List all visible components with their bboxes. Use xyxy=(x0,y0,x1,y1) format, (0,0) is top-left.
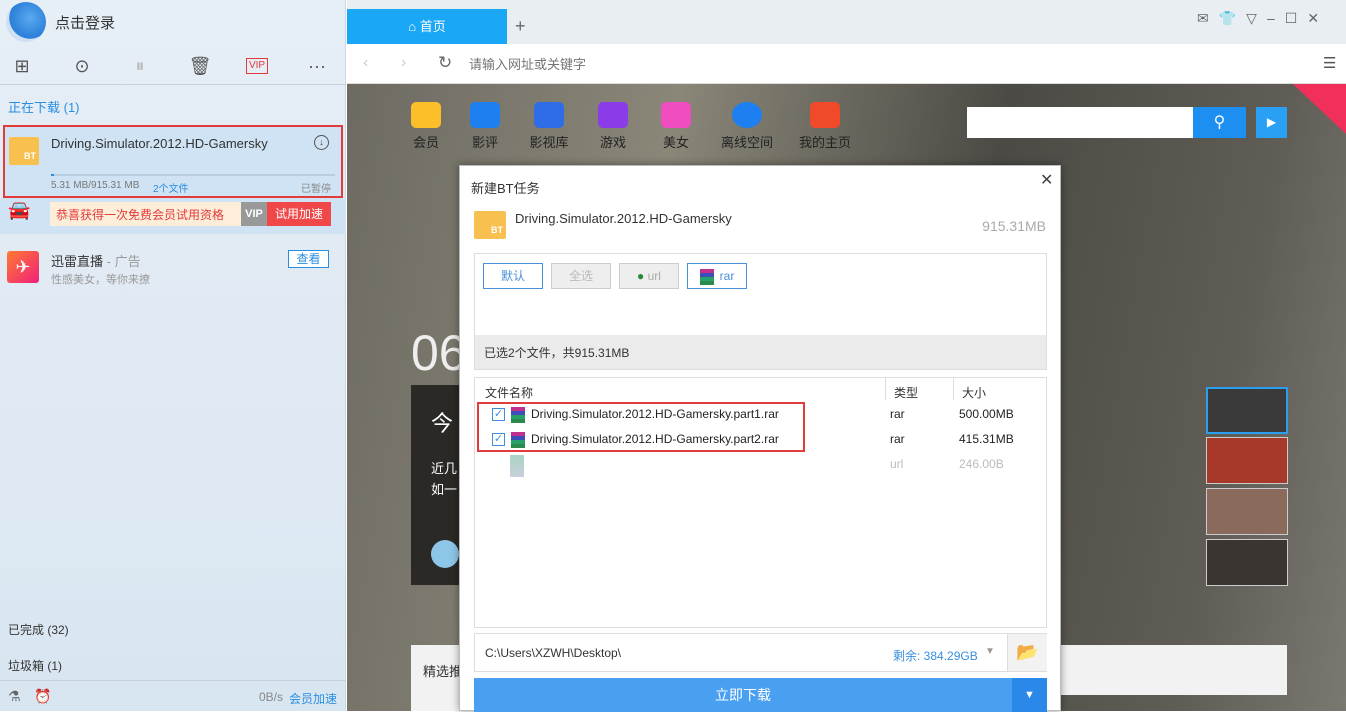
refresh-icon[interactable]: ↻ xyxy=(438,53,452,73)
column-name[interactable]: 文件名称 xyxy=(485,384,533,401)
view-ad-button[interactable]: 查看 xyxy=(288,250,329,268)
tab-home[interactable]: ⌂ 首页 xyxy=(347,9,507,44)
login-link[interactable]: 点击登录 xyxy=(55,12,115,33)
torrent-name: Driving.Simulator.2012.HD-Gamersky xyxy=(515,211,732,226)
window-controls: ✉👕▽–☐✕ xyxy=(1197,10,1329,27)
back-icon[interactable]: ‹ xyxy=(363,54,368,72)
rar-icon xyxy=(511,431,525,448)
column-size[interactable]: 大小 xyxy=(953,378,986,400)
thumbnail[interactable] xyxy=(1206,539,1288,586)
rar-icon xyxy=(699,268,714,285)
thumbnail[interactable] xyxy=(1206,387,1288,434)
update-icon[interactable]: ▽ xyxy=(1246,10,1267,26)
free-space: 剩余: 384.29GB xyxy=(893,649,978,663)
nav-review[interactable]: 影评 xyxy=(460,102,510,151)
nav-offline-space[interactable]: 离线空间 xyxy=(717,102,777,151)
nav-games[interactable]: 游戏 xyxy=(588,102,638,151)
address-input[interactable] xyxy=(469,54,1169,74)
bg-featured-label: 精选推 xyxy=(423,664,463,679)
nav-my-home[interactable]: 我的主页 xyxy=(795,102,855,151)
filter-default-button[interactable]: 默认 xyxy=(483,263,543,289)
blurred-file-icon xyxy=(510,455,524,477)
download-now-button[interactable]: 立即下载 xyxy=(474,678,1012,712)
avatar[interactable] xyxy=(6,2,46,42)
dialog-title: 新建BT任务 xyxy=(471,181,540,196)
video-play-button[interactable]: ▶ xyxy=(1256,107,1287,138)
promo-text: 恭喜获得一次免费会员试用资格 xyxy=(56,208,225,222)
filter-rar-button[interactable]: rar xyxy=(687,263,747,289)
downloading-section[interactable]: 正在下载 (1) xyxy=(8,97,80,116)
task-name: Driving.Simulator.2012.HD-Gamersky xyxy=(51,136,268,151)
bg-article-text1: 近几 xyxy=(431,461,458,476)
menu-icon[interactable]: ☰ xyxy=(1323,54,1336,72)
search-input[interactable] xyxy=(967,107,1193,138)
corner-badge-icon[interactable] xyxy=(1293,84,1346,134)
speed-text: 0B/s xyxy=(259,690,284,704)
checkbox[interactable]: ✓ xyxy=(492,433,505,447)
download-icon[interactable]: ↓ xyxy=(314,135,329,150)
bt-folder-icon: BT xyxy=(9,137,39,165)
more-icon[interactable]: ··· xyxy=(305,55,329,77)
trash-icon[interactable]: 🗑 xyxy=(188,55,212,77)
search-button[interactable]: ⚲ xyxy=(1193,107,1246,138)
car-icon: 🚘 xyxy=(8,200,31,220)
member-speedup-link[interactable]: 会员加速 xyxy=(289,690,337,707)
save-path-field[interactable]: C:\Users\XZWH\Desktop\ 剩余: 384.29GB ▼ 📂 xyxy=(474,633,1047,672)
thumbnail[interactable] xyxy=(1206,488,1288,535)
vip-badge: VIP xyxy=(241,202,267,226)
nav-vip[interactable]: 会员 xyxy=(401,102,451,151)
vip-icon[interactable]: VIP xyxy=(246,58,268,74)
trial-speedup-button[interactable]: 试用加速 xyxy=(267,202,331,226)
lab-icon[interactable]: ⚗ xyxy=(8,688,21,705)
thumbnail[interactable] xyxy=(1206,437,1288,484)
maximize-icon[interactable]: ☐ xyxy=(1285,10,1308,26)
message-icon[interactable]: ✉ xyxy=(1197,10,1219,26)
close-icon[interactable]: ✕ xyxy=(1040,170,1053,190)
file-row[interactable]: url 246.00B xyxy=(476,452,1036,477)
task-status: 已暂停 xyxy=(301,184,331,195)
bg-article-title: 今 xyxy=(431,411,454,436)
trash-section[interactable]: 垃圾箱 (1) xyxy=(8,657,62,674)
file-row[interactable]: ✓ Driving.Simulator.2012.HD-Gamersky.part… xyxy=(476,402,1036,427)
task-progress-text: 5.31 MB/915.31 MB xyxy=(51,180,140,191)
completed-section[interactable]: 已完成 (32) xyxy=(8,621,69,638)
bt-folder-icon: BT xyxy=(474,211,506,239)
home-icon: ⌂ xyxy=(408,19,420,34)
pause-icon[interactable]: ⏸ xyxy=(128,55,152,77)
globe-icon: ● xyxy=(637,269,648,283)
alarm-icon[interactable]: ⏰ xyxy=(34,688,51,705)
bg-article-text2: 如一 xyxy=(431,482,458,497)
torrent-size: 915.31MB xyxy=(982,218,1046,234)
nav-beauty[interactable]: 美女 xyxy=(651,102,701,151)
forward-icon[interactable]: › xyxy=(401,54,406,72)
progress-bar xyxy=(51,174,335,176)
minimize-icon[interactable]: – xyxy=(1267,10,1285,26)
ad-title: 迅雷直播 - 广告 xyxy=(51,254,141,269)
rar-icon xyxy=(511,406,525,423)
download-task-item[interactable]: BT Driving.Simulator.2012.HD-Gamersky ↓ … xyxy=(3,125,343,198)
task-files-link[interactable]: 2个文件 xyxy=(153,180,189,195)
close-icon[interactable]: ✕ xyxy=(1307,10,1329,26)
xunlei-live-icon: ✈ xyxy=(7,251,39,283)
column-type[interactable]: 类型 xyxy=(885,378,918,400)
filter-all-button[interactable]: 全选 xyxy=(551,263,611,289)
start-download-icon[interactable]: ⊙ xyxy=(70,55,94,77)
selection-summary: 已选2个文件，共915.31MB xyxy=(475,335,1046,369)
new-bt-task-dialog: 新建BT任务 ✕ BT Driving.Simulator.2012.HD-Ga… xyxy=(459,165,1061,712)
browse-folder-icon[interactable]: 📂 xyxy=(1007,634,1047,671)
file-row[interactable]: ✓ Driving.Simulator.2012.HD-Gamersky.part… xyxy=(476,427,1036,452)
skin-icon[interactable]: 👕 xyxy=(1219,10,1246,26)
download-sidebar: 点击登录 ⊞ ⊙ ⏸ 🗑 VIP ··· 正在下载 (1) BT Driving… xyxy=(0,0,346,711)
checkbox[interactable]: ✓ xyxy=(492,408,505,422)
nav-video-library[interactable]: 影视库 xyxy=(524,102,574,151)
new-tab-button[interactable]: + xyxy=(515,16,526,37)
filter-url-button[interactable]: ● url xyxy=(619,263,679,289)
download-options-dropdown[interactable]: ▼ xyxy=(1012,678,1047,712)
save-path[interactable]: C:\Users\XZWH\Desktop\ xyxy=(485,646,621,660)
path-dropdown-icon[interactable]: ▼ xyxy=(985,646,995,657)
ad-subtitle: 性感美女，等你来撩 xyxy=(51,274,150,286)
new-task-icon[interactable]: ⊞ xyxy=(10,55,34,77)
